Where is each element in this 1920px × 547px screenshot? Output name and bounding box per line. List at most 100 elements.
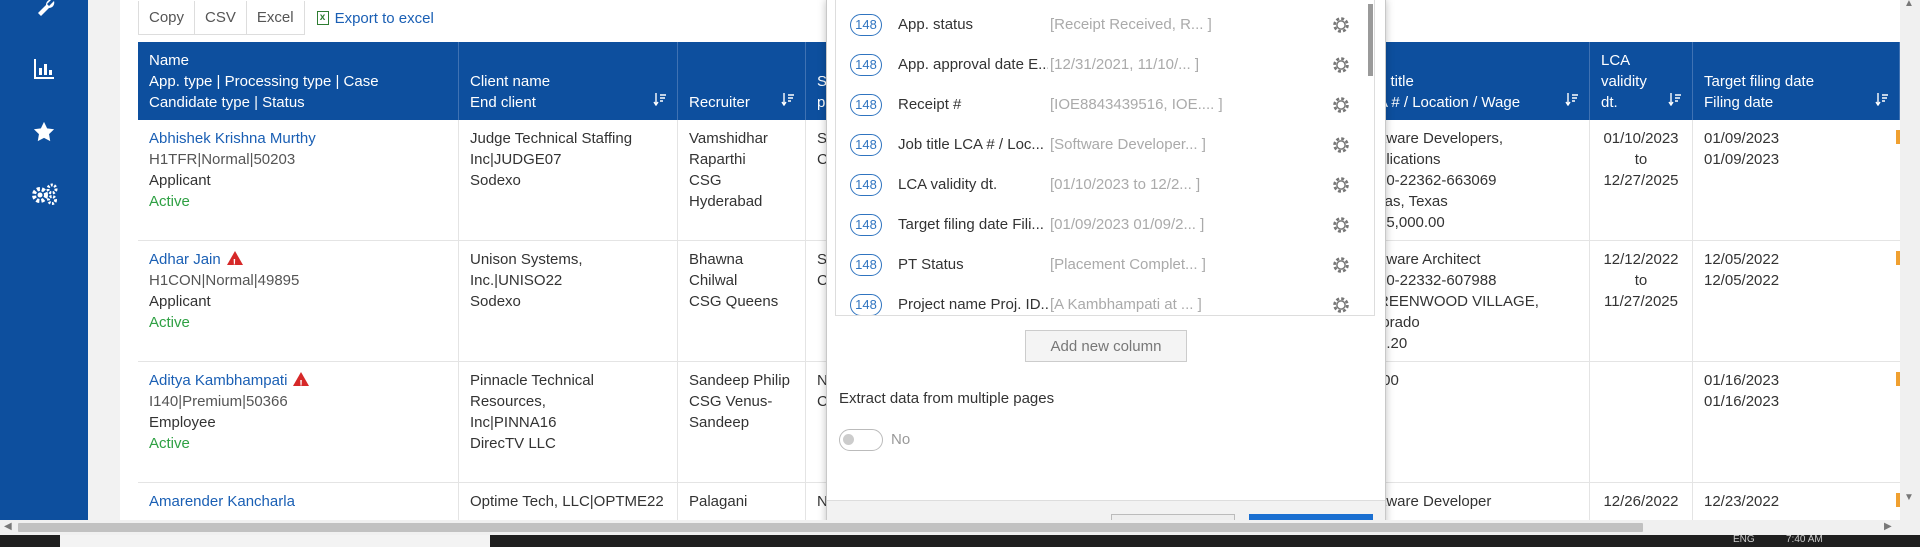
header-target[interactable]: Target filing date Filing date	[1693, 42, 1900, 120]
header-client[interactable]: Client name End client	[459, 42, 678, 120]
column-list-scrollbar[interactable]	[1368, 0, 1374, 315]
column-sample: [Receipt Received, R... ]	[1050, 16, 1212, 33]
gear-icon[interactable]	[1330, 14, 1352, 36]
candidate-name-link[interactable]: Aditya Kambhampati	[149, 372, 287, 389]
extract-pages-toggle[interactable]	[839, 429, 883, 451]
star-icon[interactable]	[27, 115, 61, 149]
recruiter-line: Palagani	[689, 493, 748, 510]
column-item[interactable]: 148 Job title LCA # / Loc... [Software D…	[836, 126, 1366, 166]
column-sample: [Placement Complet... ]	[1050, 256, 1206, 273]
candidate-name-link[interactable]: Amarender Kancharla	[149, 491, 447, 512]
sort-icon[interactable]	[1875, 92, 1889, 106]
status-text: Active	[149, 435, 190, 452]
scroll-down-arrow-icon[interactable]: ▼	[1904, 492, 1914, 503]
cell-target: 01/09/2023 01/09/2023	[1693, 120, 1900, 240]
column-name: LCA validity dt.	[898, 176, 998, 193]
warning-icon	[293, 372, 310, 395]
cell-client: Unison Systems, Inc.|UNISO22 Sodexo	[459, 241, 678, 361]
bar-chart-icon[interactable]	[27, 52, 61, 86]
header-lca[interactable]: LCA validity dt.	[1590, 42, 1693, 120]
csv-button[interactable]: CSV	[195, 1, 247, 35]
sort-icon[interactable]	[781, 92, 795, 106]
header-recruiter[interactable]: Recruiter	[678, 42, 806, 120]
horizontal-scroll-thumb[interactable]	[18, 523, 1643, 532]
lca-line: 11/27/2025	[1604, 293, 1678, 310]
sort-icon[interactable]	[1668, 92, 1682, 106]
column-name: App. status	[898, 16, 974, 33]
taskbar-search-box[interactable]	[60, 535, 490, 547]
recruiter-line: CSG Venus-	[689, 393, 773, 410]
gear-icon[interactable]	[1330, 294, 1352, 316]
gear-icon[interactable]	[1330, 94, 1352, 116]
nav-gutter	[88, 0, 120, 520]
cell-lca: 12/26/2022	[1590, 483, 1693, 523]
scroll-right-arrow-icon[interactable]: ▶	[1884, 521, 1892, 532]
gear-icon[interactable]	[1330, 174, 1352, 196]
column-item[interactable]: 148 Target filing date Fili... [01/09/20…	[836, 206, 1366, 246]
column-item[interactable]: 148 LCA validity dt. [01/10/2023 to 12/2…	[836, 166, 1366, 206]
vertical-scrollbar[interactable]: ▲ ▼	[1900, 0, 1920, 520]
target-line: 01/16/2023	[1704, 393, 1780, 410]
header-job[interactable]: b title A # / Location / Wage	[1376, 42, 1590, 120]
count-badge: 148	[850, 214, 882, 236]
recruiter-line: CSG Queens	[689, 293, 779, 310]
candidate-type: Applicant	[149, 172, 211, 189]
header-job-line2: A # / Location / Wage	[1378, 94, 1521, 111]
count-badge: 148	[850, 254, 882, 276]
column-item[interactable]: 148 App. status [Receipt Received, R... …	[836, 6, 1366, 46]
client-line: Judge Technical Staffing	[470, 130, 633, 147]
sort-icon[interactable]	[1565, 92, 1579, 106]
gear-icon[interactable]	[1330, 54, 1352, 76]
column-list-scroll-thumb[interactable]	[1368, 4, 1373, 76]
export-to-excel-link[interactable]: x Export to excel	[316, 10, 434, 27]
candidate-type: Applicant	[149, 293, 211, 310]
add-new-column-button[interactable]: Add new column	[1025, 330, 1187, 362]
job-line: ,00	[1378, 372, 1399, 389]
job-line: ftware Developers,	[1378, 130, 1504, 147]
excel-button[interactable]: Excel	[246, 1, 305, 35]
clock[interactable]: 7:40 AM	[1786, 534, 1823, 545]
job-line: ftware Developer	[1378, 493, 1492, 510]
column-item[interactable]: 148 Receipt # [IOE8843439516, IOE.... ]	[836, 86, 1366, 126]
client-line: Optime Tech, LLC|OPTME22	[470, 493, 664, 510]
header-lca-line1: LCA	[1601, 52, 1631, 69]
column-sample: [12/31/2021, 11/10/... ]	[1050, 56, 1200, 73]
header-name[interactable]: Name App. type | Processing type | Case …	[138, 42, 459, 120]
column-item[interactable]: 148 PT Status [Placement Complet... ]	[836, 246, 1366, 286]
count-badge: 148	[850, 294, 882, 315]
column-sample: [IOE8843439516, IOE.... ]	[1050, 96, 1223, 113]
cell-job: ,00	[1376, 362, 1590, 482]
gear-icon[interactable]	[1330, 214, 1352, 236]
language-indicator[interactable]: ENG	[1733, 534, 1755, 545]
header-target-line1: Target filing date	[1704, 73, 1815, 90]
copy-button[interactable]: Copy	[138, 1, 196, 35]
gear-icon[interactable]	[1330, 254, 1352, 276]
cell-client: Optime Tech, LLC|OPTME22	[459, 483, 678, 523]
cell-lca	[1590, 362, 1693, 482]
candidate-name-link[interactable]: Adhar Jain	[149, 251, 221, 268]
column-item[interactable]: 148 Project name Proj. ID... [A Kambhamp…	[836, 286, 1366, 316]
gears-icon[interactable]	[27, 177, 61, 211]
horizontal-scrollbar[interactable]: ◀ ▶	[0, 520, 1920, 535]
lca-line: to	[1634, 272, 1648, 289]
column-item[interactable]: 148 App. approval date E... [12/31/2021,…	[836, 46, 1366, 86]
job-line: 00-22332-607988	[1378, 272, 1497, 289]
scroll-left-arrow-icon[interactable]: ◀	[4, 521, 12, 532]
job-line: 00-22362-663069	[1378, 172, 1497, 189]
column-list: 148 App. status [Receipt Received, R... …	[835, 0, 1375, 316]
job-line: REENWOOD VILLAGE,	[1378, 293, 1539, 310]
app-info: H1CON|Normal|49895	[149, 272, 300, 289]
sort-icon[interactable]	[653, 92, 667, 106]
candidate-name-link[interactable]: Abhishek Krishna Murthy	[149, 128, 447, 149]
gear-icon[interactable]	[1330, 134, 1352, 156]
candidate-type: Employee	[149, 414, 216, 431]
header-target-line2: Filing date	[1704, 94, 1774, 111]
scroll-up-arrow-icon[interactable]: ▲	[1904, 0, 1914, 9]
cell-job: ftware Architect 00-22332-607988 REENWOO…	[1376, 241, 1590, 361]
cell-target: 12/05/2022 12/05/2022	[1693, 241, 1900, 361]
wrench-icon[interactable]	[27, 0, 61, 24]
warning-icon	[226, 251, 243, 274]
job-line: plications	[1378, 151, 1441, 168]
lca-line: 12/27/2025	[1603, 172, 1679, 189]
column-name: PT Status	[898, 256, 964, 273]
